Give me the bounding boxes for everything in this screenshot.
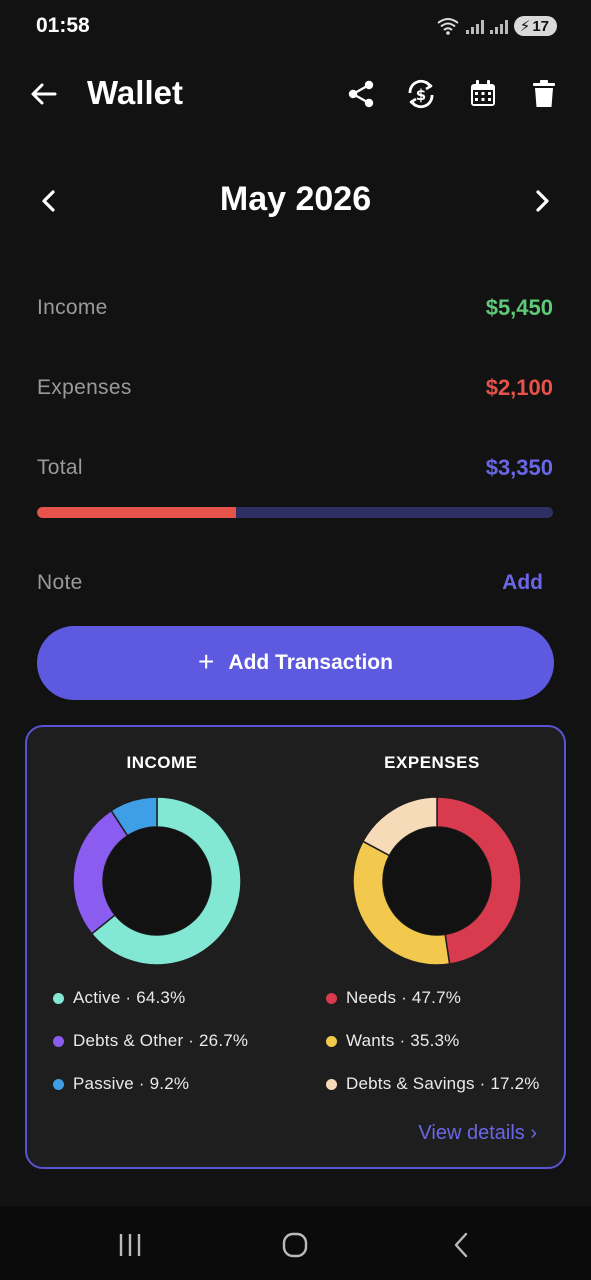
status-icons: ⚡ 17: [436, 16, 557, 36]
legend-label: Passive · 9.2%: [73, 1074, 190, 1093]
svg-text:$: $: [416, 86, 426, 104]
battery-indicator: ⚡ 17: [513, 16, 557, 36]
add-transaction-label: Add Transaction: [228, 651, 393, 674]
expenses-chart-title: EXPENSES: [384, 753, 480, 772]
legend-item: Wants · 35.3%: [326, 1031, 459, 1051]
wifi-icon: [437, 18, 459, 35]
plus-icon: +: [198, 645, 215, 677]
legend-dot: [326, 992, 337, 1004]
legend-dot: [53, 1078, 64, 1090]
note-label: Note: [37, 571, 83, 594]
income-value: $5,450: [485, 295, 553, 320]
home-icon[interactable]: [280, 1230, 310, 1260]
status-bar: 01:58 ⚡ 17: [0, 0, 591, 54]
view-details-link[interactable]: View details ›: [418, 1122, 537, 1145]
expenses-label: Expenses: [37, 376, 132, 399]
expense-progress-bar: [37, 507, 553, 518]
battery-charging-icon: ⚡: [519, 18, 531, 35]
app-header: Wallet $: [0, 66, 591, 126]
currency-sync-icon[interactable]: $: [405, 78, 437, 110]
legend-item: Debts & Other · 26.7%: [53, 1031, 248, 1051]
note-row: Note Add: [37, 563, 543, 603]
donut-hole: [383, 827, 491, 935]
legend-label: Active · 64.3%: [73, 988, 186, 1007]
legend-label: Wants · 35.3%: [346, 1031, 460, 1050]
legend-dot: [53, 1035, 64, 1047]
total-label: Total: [37, 456, 83, 479]
income-chart-section: INCOME Active · 64.3% Debts & Other · 26…: [27, 727, 297, 1167]
legend-item: Active · 64.3%: [53, 988, 185, 1008]
add-transaction-button[interactable]: + Add Transaction: [37, 626, 554, 700]
breakdown-card: INCOME Active · 64.3% Debts & Other · 26…: [25, 725, 566, 1169]
legend-dot: [326, 1035, 337, 1047]
battery-level: 17: [532, 17, 549, 35]
donut-hole: [103, 827, 211, 935]
add-note-button[interactable]: Add: [502, 571, 543, 595]
share-icon[interactable]: [345, 78, 377, 110]
legend-label: Debts & Other · 26.7%: [73, 1031, 249, 1050]
page-title: Wallet: [87, 74, 183, 111]
expenses-chart-section: EXPENSES Needs · 47.7% Wants · 35.3% Deb…: [297, 727, 567, 1167]
trash-icon[interactable]: [528, 78, 560, 110]
income-chart-title: INCOME: [126, 753, 198, 772]
expenses-donut-chart: [352, 796, 522, 966]
system-nav-bar: [0, 1206, 591, 1280]
expenses-value: $2,100: [485, 375, 553, 400]
calendar-icon[interactable]: [467, 78, 499, 110]
expense-progress-fill: [37, 507, 236, 518]
status-time: 01:58: [36, 14, 90, 37]
legend-item: Debts & Savings · 17.2%: [326, 1074, 540, 1094]
nav-back-icon[interactable]: [447, 1230, 477, 1260]
legend-item: Needs · 47.7%: [326, 988, 461, 1008]
legend-label: Debts & Savings · 17.2%: [346, 1074, 540, 1093]
recent-apps-icon[interactable]: [115, 1230, 145, 1260]
income-row: Income $5,450: [37, 288, 553, 328]
month-label: May 2026: [219, 180, 372, 218]
view-details-label: View details: [418, 1122, 525, 1144]
income-donut-chart: [72, 796, 242, 966]
income-label: Income: [37, 296, 108, 319]
legend-dot: [326, 1078, 337, 1090]
expenses-row: Expenses $2,100: [37, 368, 553, 408]
chevron-right-icon[interactable]: [529, 186, 555, 216]
back-arrow-icon[interactable]: [28, 78, 60, 110]
month-selector: May 2026: [0, 172, 591, 232]
signal-icon: [465, 18, 484, 34]
legend-label: Needs · 47.7%: [346, 988, 462, 1007]
legend-item: Passive · 9.2%: [53, 1074, 189, 1094]
chevron-right-icon: ›: [530, 1122, 537, 1144]
total-value: $3,350: [485, 455, 553, 480]
signal-icon: [489, 18, 508, 34]
legend-dot: [53, 992, 64, 1004]
total-row: Total $3,350: [37, 448, 553, 488]
